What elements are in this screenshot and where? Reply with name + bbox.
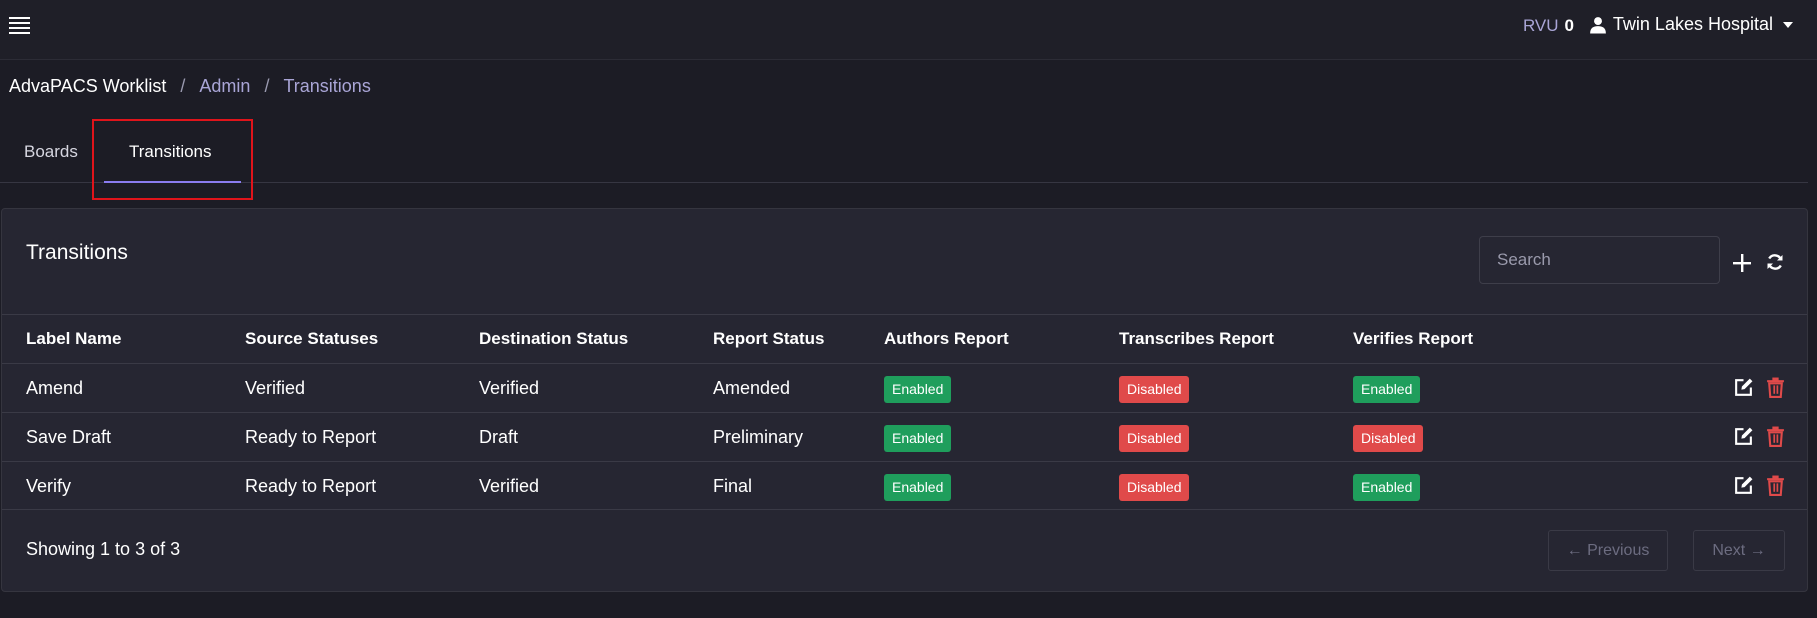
rvu-label: RVU [1522, 16, 1559, 35]
edit-icon[interactable] [1733, 426, 1754, 447]
verifies-report-cell: Enabled [1353, 364, 1421, 412]
label-name: Amend [26, 378, 84, 398]
refresh-icon[interactable] [1766, 253, 1784, 271]
source-statuses: Ready to Report [245, 476, 377, 496]
verifies-report-cell: Enabled [1353, 462, 1421, 510]
rvu-value: 0 [1564, 16, 1574, 35]
next-page-button[interactable]: Next → [1693, 530, 1785, 571]
row-actions [1733, 426, 1785, 447]
table-row: Save Draft Ready to Report Draft Prelimi… [2, 412, 1807, 461]
column-header[interactable]: Transcribes Report [1119, 315, 1274, 363]
transcribes-report-cell: Disabled [1119, 364, 1190, 412]
breadcrumb-separator: / [180, 76, 186, 96]
transitions-card: Transitions Label Name Source Statuses D… [1, 208, 1808, 592]
trash-icon[interactable] [1766, 475, 1785, 496]
highlight-annotation [92, 119, 253, 200]
column-header[interactable]: Authors Report [884, 315, 1009, 363]
authors-report-cell: Enabled [884, 364, 952, 412]
transcribes-report-cell: Disabled [1119, 462, 1190, 510]
breadcrumb-admin[interactable]: Admin [199, 76, 250, 97]
caret-down-icon [1783, 21, 1793, 28]
column-header[interactable]: Source Statuses [245, 315, 378, 363]
breadcrumb: AdvaPACS Worklist / Admin / Transitions [9, 76, 371, 97]
top-navbar: RVU 0 Twin Lakes Hospital [0, 0, 1817, 60]
label-name: Save Draft [26, 427, 112, 447]
edit-icon[interactable] [1733, 475, 1754, 496]
previous-page-button[interactable]: ← Previous [1548, 530, 1668, 571]
status-badge: Enabled [884, 473, 952, 501]
breadcrumb-separator: / [264, 76, 270, 96]
status-badge: Disabled [1119, 424, 1190, 452]
menu-icon[interactable] [9, 17, 30, 35]
report-status: Preliminary [713, 427, 804, 447]
source-statuses: Ready to Report [245, 427, 377, 447]
table-row: Amend Verified Verified Amended Enabled … [2, 363, 1807, 412]
table-row: Verify Ready to Report Verified Final En… [2, 461, 1807, 510]
trash-icon[interactable] [1766, 426, 1785, 447]
plus-icon[interactable] [1732, 253, 1752, 273]
destination-status: Draft [479, 427, 519, 447]
authors-report-cell: Enabled [884, 413, 952, 461]
transitions-table: Label Name Source Statuses Destination S… [2, 314, 1807, 510]
trash-icon[interactable] [1766, 377, 1785, 398]
column-header[interactable]: Report Status [713, 315, 824, 363]
status-badge: Enabled [1353, 473, 1421, 501]
source-statuses: Verified [245, 378, 306, 398]
destination-status: Verified [479, 476, 540, 496]
status-badge: Enabled [1353, 375, 1421, 403]
tab-bar: Boards Transitions [0, 116, 1808, 183]
pagination-info: Showing 1 to 3 of 3 [26, 539, 181, 559]
transcribes-report-cell: Disabled [1119, 413, 1190, 461]
status-badge: Enabled [884, 375, 952, 403]
status-badge: Disabled [1119, 473, 1190, 501]
search-input[interactable] [1479, 236, 1720, 284]
tab-boards[interactable]: Boards [24, 142, 78, 162]
column-header[interactable]: Destination Status [479, 315, 628, 363]
label-name: Verify [26, 476, 72, 496]
user-icon [1590, 16, 1606, 33]
card-title: Transitions [26, 241, 128, 264]
breadcrumb-home[interactable]: AdvaPACS Worklist [9, 76, 166, 97]
edit-icon[interactable] [1733, 377, 1754, 398]
row-actions [1733, 475, 1785, 496]
report-status: Final [713, 476, 753, 496]
rvu-counter: RVU 0 [1523, 16, 1574, 36]
user-menu[interactable]: Twin Lakes Hospital [1589, 14, 1793, 35]
status-badge: Enabled [884, 424, 952, 452]
report-status: Amended [713, 378, 791, 398]
column-header[interactable]: Label Name [26, 315, 121, 363]
status-badge: Disabled [1353, 424, 1424, 452]
destination-status: Verified [479, 378, 540, 398]
row-actions [1733, 377, 1785, 398]
status-badge: Disabled [1119, 375, 1190, 403]
table-header-row: Label Name Source Statuses Destination S… [2, 314, 1807, 363]
breadcrumb-current: Transitions [283, 76, 371, 96]
user-name: Twin Lakes Hospital [1612, 14, 1773, 34]
verifies-report-cell: Disabled [1353, 413, 1424, 461]
column-header[interactable]: Verifies Report [1353, 315, 1473, 363]
authors-report-cell: Enabled [884, 462, 952, 510]
